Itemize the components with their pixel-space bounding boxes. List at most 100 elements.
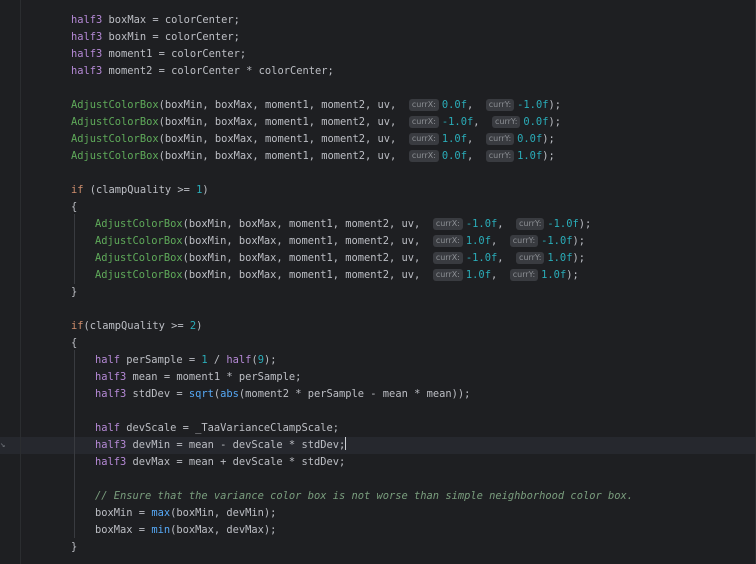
code-token: -1.0f: [465, 252, 498, 264]
code-token: ,: [497, 218, 516, 230]
code-line[interactable]: half3 devMax = mean + devScale * stdDev;: [95, 454, 345, 471]
code-token: -1.0f: [517, 99, 549, 111]
code-token: ,: [466, 99, 486, 111]
code-line[interactable]: AdjustColorBox(boxMin, boxMax, moment1, …: [71, 148, 555, 165]
code-line[interactable]: boxMax = min(boxMax, devMax);: [95, 522, 276, 539]
code-token: half3: [71, 48, 103, 60]
code-line[interactable]: {: [71, 335, 77, 352]
code-line[interactable]: half3 moment2 = colorCenter * colorCente…: [71, 63, 334, 80]
code-token: 1.0f: [541, 269, 567, 281]
code-token: AdjustColorBox: [95, 218, 183, 230]
gutter-divider: [20, 0, 21, 564]
code-token: 0.0f: [441, 99, 467, 111]
indent-guide-block-2: [74, 350, 75, 538]
code-line[interactable]: }: [71, 284, 77, 301]
code-token: boxMin: [108, 31, 147, 43]
code-token: 1.0f: [441, 133, 467, 145]
code-token: abs: [220, 388, 239, 400]
code-token: AdjustColorBox: [95, 235, 183, 247]
code-token: }: [71, 286, 78, 298]
code-token: 1.0f: [465, 269, 491, 281]
code-token: moment1 = colorCenter;: [102, 48, 247, 60]
code-line[interactable]: half3 boxMin = colorCenter;: [71, 29, 240, 46]
code-token: max: [151, 507, 171, 519]
code-line[interactable]: boxMin = max(boxMin, devMin);: [95, 505, 276, 522]
code-token: );: [578, 218, 592, 230]
code-line[interactable]: half3 stdDev = sqrt(abs(moment2 * perSam…: [95, 386, 470, 403]
code-token: half3: [95, 388, 127, 400]
parameter-hint: currY:: [485, 133, 515, 145]
gutter-fold-icon[interactable]: ↘: [0, 441, 6, 450]
code-line[interactable]: if(clampQuality >= 2): [71, 318, 202, 335]
code-token: ,: [490, 269, 510, 281]
code-token: = colorCenter;: [146, 14, 240, 26]
code-line[interactable]: {: [71, 199, 77, 216]
parameter-hint: currY:: [485, 99, 515, 111]
code-token: {: [71, 337, 78, 349]
code-token: (boxMin, boxMax, moment1, moment2, uv,: [182, 235, 433, 247]
code-token: {: [71, 201, 78, 213]
parameter-hint: currX:: [408, 133, 439, 145]
code-token: half3: [95, 439, 127, 451]
code-token: (boxMin, boxMax, moment1, moment2, uv,: [182, 269, 433, 281]
code-token: 1.0f: [517, 150, 543, 162]
code-token: (boxMin, boxMax, moment1, moment2, uv,: [158, 99, 409, 111]
code-line[interactable]: AdjustColorBox(boxMin, boxMax, moment1, …: [95, 267, 579, 284]
code-line[interactable]: AdjustColorBox(boxMin, boxMax, moment1, …: [71, 131, 555, 148]
code-token: AdjustColorBox: [71, 116, 159, 128]
code-line[interactable]: AdjustColorBox(boxMin, boxMax, moment1, …: [95, 233, 585, 250]
code-token: boxMin =: [95, 507, 152, 519]
code-token: (boxMin, boxMax, moment1, moment2, uv,: [158, 150, 409, 162]
code-token: half: [95, 422, 121, 434]
code-token: AdjustColorBox: [95, 269, 183, 281]
code-token: min: [151, 524, 171, 536]
code-token: devMin = mean - devScale * stdDev;: [126, 439, 346, 451]
code-line[interactable]: half3 boxMax = colorCenter;: [71, 12, 240, 29]
code-line[interactable]: AdjustColorBox(boxMin, boxMax, moment1, …: [71, 97, 561, 114]
code-token: (boxMax, devMax);: [170, 524, 277, 536]
code-token: (boxMin, boxMax, moment1, moment2, uv,: [158, 133, 409, 145]
code-token: mean = moment1 * perSample;: [126, 371, 302, 383]
code-token: half: [95, 354, 121, 366]
code-token: // Ensure that the variance color box is…: [95, 490, 633, 502]
parameter-hint: currX:: [408, 150, 439, 162]
code-token: );: [572, 252, 585, 264]
code-line[interactable]: half devScale = _TaaVarianceClampScale;: [95, 420, 339, 437]
code-token: );: [542, 150, 555, 162]
parameter-hint: currX:: [432, 252, 463, 264]
parameter-hint: currY:: [509, 235, 539, 247]
code-token: AdjustColorBox: [71, 99, 159, 111]
code-token: -1.0f: [441, 116, 474, 128]
code-token: }: [71, 541, 78, 553]
code-line[interactable]: half perSample = 1 / half(9);: [95, 352, 276, 369]
code-line[interactable]: if (clampQuality >= 1): [71, 182, 209, 199]
parameter-hint: currX:: [432, 235, 463, 247]
code-token: half3: [71, 65, 103, 77]
code-token: ): [202, 184, 209, 196]
code-line[interactable]: AdjustColorBox(boxMin, boxMax, moment1, …: [95, 216, 591, 233]
indent-guide-block-1: [74, 214, 75, 284]
code-line[interactable]: half3 mean = moment1 * perSample;: [95, 369, 301, 386]
code-line[interactable]: }: [71, 539, 77, 556]
code-token: (moment2 * perSample - mean * mean));: [238, 388, 471, 400]
code-line[interactable]: // Ensure that the variance color box is…: [95, 488, 633, 505]
code-token: (boxMin, boxMax, moment1, moment2, uv,: [182, 218, 433, 230]
code-line[interactable]: half3 devMin = mean - devScale * stdDev;: [95, 437, 347, 454]
code-token: (boxMin, boxMax, moment1, moment2, uv,: [182, 252, 433, 264]
code-token: 0.0f: [441, 150, 467, 162]
code-editor[interactable]: ↘ half3 boxMax = colorCenter; half3 boxMi…: [0, 0, 756, 564]
code-token: half3: [71, 31, 103, 43]
parameter-hint: currY:: [485, 150, 515, 162]
code-token: -1.0f: [465, 218, 498, 230]
code-token: 1.0f: [465, 235, 491, 247]
code-line[interactable]: AdjustColorBox(boxMin, boxMax, moment1, …: [71, 114, 561, 131]
code-token: ,: [497, 252, 516, 264]
code-token: (clampQuality >=: [83, 184, 197, 196]
code-line[interactable]: half3 moment1 = colorCenter;: [71, 46, 246, 63]
parameter-hint: currY:: [515, 252, 545, 264]
code-token: perSample =: [120, 354, 202, 366]
code-token: half3: [95, 371, 127, 383]
code-line[interactable]: AdjustColorBox(boxMin, boxMax, moment1, …: [95, 250, 585, 267]
code-token: -1.0f: [541, 235, 573, 247]
code-token: devScale = _TaaVarianceClampScale;: [120, 422, 339, 434]
